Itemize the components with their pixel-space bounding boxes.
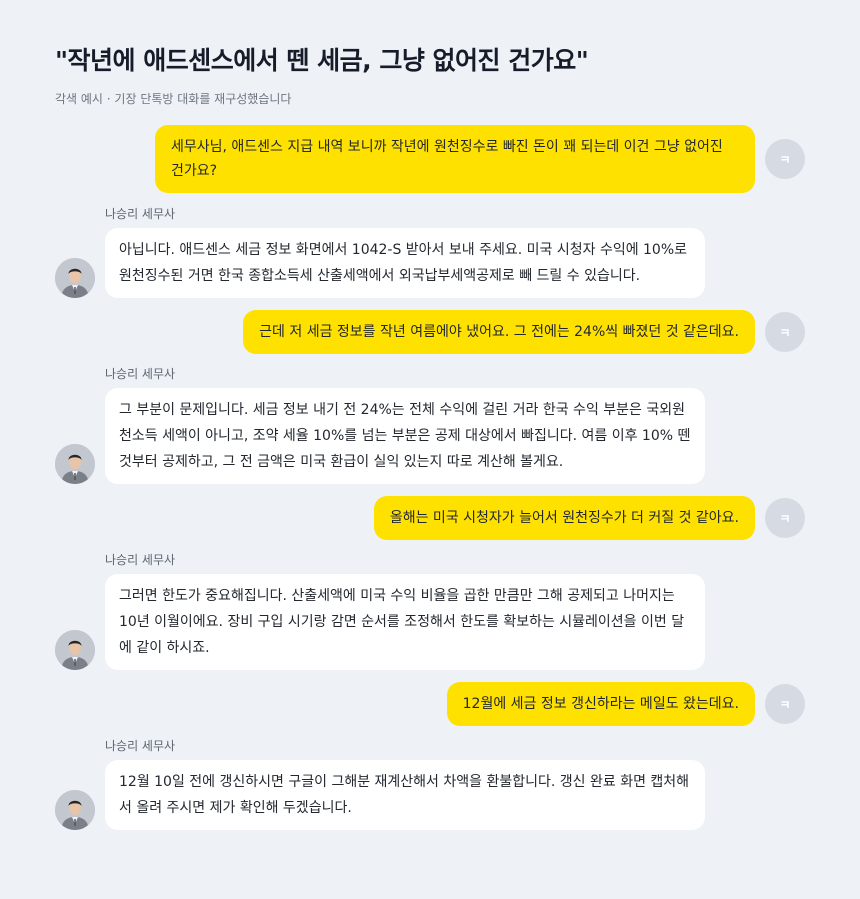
user-avatar: ㅋ (765, 312, 805, 352)
advisor-message-bubble: 그 부분이 문제입니다. 세금 정보 내기 전 24%는 전체 수익에 걸린 거… (105, 388, 705, 484)
chat-page: "작년에 애드센스에서 뗀 세금, 그냥 없어진 건가요" 각색 예시 · 기장… (0, 0, 860, 899)
chat-thread: 세무사님, 애드센스 지급 내역 보니까 작년에 원천징수로 빠진 돈이 꽤 되… (55, 125, 805, 830)
advisor-avatar (55, 630, 95, 670)
advisor-avatar (55, 790, 95, 830)
page-subtitle: 각색 예시 · 기장 단톡방 대화를 재구성했습니다 (55, 92, 292, 106)
advisor-portrait-icon (55, 630, 95, 670)
advisor-portrait-icon (55, 444, 95, 484)
user-message-bubble: 세무사님, 애드센스 지급 내역 보니까 작년에 원천징수로 빠진 돈이 꽤 되… (155, 125, 755, 193)
user-message-bubble: 12월에 세금 정보 갱신하라는 메일도 왔는데요. (446, 682, 755, 726)
user-avatar: ㅋ (765, 139, 805, 179)
user-avatar: ㅋ (765, 684, 805, 724)
advisor-message-bubble: 그러면 한도가 중요해집니다. 산출세액에 미국 수익 비율을 곱한 만큼만 그… (105, 574, 705, 670)
user-message-row: 올해는 미국 시청자가 늘어서 원천징수가 더 커질 것 같아요. ㅋ (55, 496, 805, 540)
advisor-message-row: 나승리 세무사 그러면 한도가 중요해집니다. 산출세액에 미국 수익 비율을 … (55, 552, 805, 670)
page-title: "작년에 애드센스에서 뗀 세금, 그냥 없어진 건가요" (55, 46, 589, 75)
advisor-avatar (55, 444, 95, 484)
user-message-bubble: 근데 저 세금 정보를 작년 여름에야 냈어요. 그 전에는 24%씩 빠졌던 … (243, 310, 755, 354)
advisor-name: 나승리 세무사 (105, 739, 176, 753)
advisor-portrait-icon (55, 258, 95, 298)
advisor-name: 나승리 세무사 (105, 367, 176, 381)
user-avatar: ㅋ (765, 498, 805, 538)
advisor-avatar (55, 258, 95, 298)
advisor-name: 나승리 세무사 (105, 207, 176, 221)
advisor-message-bubble: 12월 10일 전에 갱신하시면 구글이 그해분 재계산해서 차액을 환불합니다… (105, 760, 705, 830)
advisor-message-row: 나승리 세무사 12월 10일 전에 갱신하시면 구글이 그해분 재계산해서 차… (55, 738, 805, 830)
advisor-message-row: 나승리 세무사 아닙니다. 애드센스 세금 정보 화면에서 1042-S 받아서… (55, 206, 805, 298)
advisor-portrait-icon (55, 790, 95, 830)
advisor-name: 나승리 세무사 (105, 553, 176, 567)
user-message-row: 근데 저 세금 정보를 작년 여름에야 냈어요. 그 전에는 24%씩 빠졌던 … (55, 310, 805, 354)
user-message-row: 12월에 세금 정보 갱신하라는 메일도 왔는데요. ㅋ (55, 682, 805, 726)
advisor-message-bubble: 아닙니다. 애드센스 세금 정보 화면에서 1042-S 받아서 보내 주세요.… (105, 228, 705, 298)
advisor-message-row: 나승리 세무사 그 부분이 문제입니다. 세금 정보 내기 전 24%는 전체 … (55, 366, 805, 484)
user-message-row: 세무사님, 애드센스 지급 내역 보니까 작년에 원천징수로 빠진 돈이 꽤 되… (55, 125, 805, 193)
user-message-bubble: 올해는 미국 시청자가 늘어서 원천징수가 더 커질 것 같아요. (373, 496, 755, 540)
